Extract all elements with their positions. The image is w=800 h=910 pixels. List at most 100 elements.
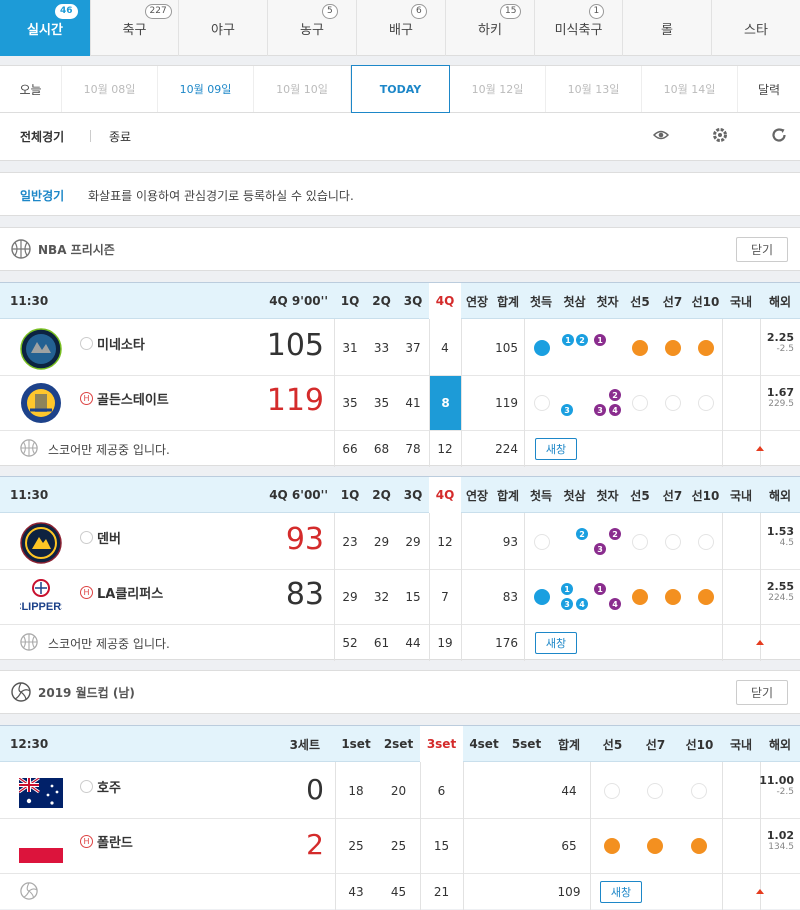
race10-marker (698, 340, 714, 356)
date-today-tab[interactable]: TODAY (351, 65, 450, 113)
col-header: 5set (511, 737, 542, 751)
col-header: 국내 (729, 294, 753, 309)
odds-line: -2.5 (776, 344, 794, 354)
quarter-score: 12 (437, 534, 453, 549)
collapse-arrow-icon[interactable] (756, 446, 764, 451)
quarter-score: 29 (405, 534, 421, 549)
col-divider (463, 762, 464, 910)
col-header: 합계 (557, 737, 581, 752)
notice-tag: 일반경기 (20, 189, 65, 203)
tab-basketball[interactable]: 농구 5 (268, 0, 357, 56)
odds-overseas[interactable]: 1.53 4.5 (767, 525, 794, 548)
quarter-score: 15 (405, 590, 421, 604)
set-score: 18 (348, 783, 364, 798)
team-score: 119 (266, 383, 324, 418)
odds-overseas[interactable]: 2.25 -2.5 (767, 331, 794, 354)
empty-marker (534, 534, 550, 550)
marker-3: 3 (561, 598, 573, 610)
game-card: 11:30 4Q 6'00'' 1Q 2Q 3Q 4Q 연장 합계 첫득 첫삼 … (0, 476, 800, 661)
date-item[interactable]: 10월 08일 (62, 66, 158, 112)
home-badge: H (80, 586, 93, 599)
quarter-score: 35 (342, 396, 358, 410)
date-item[interactable]: 10월 14일 (642, 66, 738, 112)
col-header: 첫삼 (563, 488, 586, 503)
sum-score: 19 (437, 636, 453, 650)
home-badge: H (80, 835, 93, 848)
set-score: 6 (437, 783, 446, 798)
marker-1: 1 (562, 334, 574, 346)
close-button[interactable]: 닫기 (736, 237, 788, 262)
team-name: 골든스테이트 (97, 393, 169, 408)
tab-football[interactable]: 미식축구 1 (535, 0, 623, 56)
eye-icon[interactable] (652, 127, 670, 146)
quarter-score: 37 (405, 340, 421, 355)
col-header: 선10 (691, 488, 720, 503)
col-header: 2Q (372, 488, 391, 502)
tab-baseball[interactable]: 야구 (179, 0, 268, 56)
marker-2: 2 (609, 528, 621, 540)
col-header: 합계 (496, 488, 520, 503)
tab-starcraft[interactable]: 스타 (712, 0, 800, 56)
tab-label: 스타 (744, 22, 768, 38)
odds-overseas[interactable]: 1.67 229.5 (767, 386, 794, 409)
close-button[interactable]: 닫기 (736, 680, 788, 705)
new-window-button[interactable]: 새창 (600, 881, 642, 903)
col-header: 국내 (729, 737, 753, 752)
date-item[interactable]: 10월 12일 (450, 66, 546, 112)
game-status: 4Q 6'00'' (269, 488, 328, 502)
race5-marker (632, 340, 648, 356)
col-header: 합계 (496, 294, 520, 309)
odds-line: -2.5 (776, 787, 794, 797)
new-window-button[interactable]: 새창 (535, 438, 577, 460)
collapse-arrow-icon[interactable] (756, 889, 764, 894)
tab-lol[interactable]: 롤 (623, 0, 712, 56)
date-today-link[interactable]: 오늘 (0, 66, 62, 112)
race5-marker (604, 838, 620, 854)
col-header: 선5 (602, 737, 623, 752)
col-header: 2Q (372, 294, 391, 308)
date-item[interactable]: 10월 13일 (546, 66, 642, 112)
new-window-button[interactable]: 새창 (535, 632, 577, 654)
first-score-marker (534, 589, 550, 605)
collapse-arrow-icon[interactable] (756, 640, 764, 645)
odds-value: 2.25 (766, 331, 794, 344)
team-logo-clippers: CLIPPERS (13, 578, 69, 621)
gear-icon[interactable] (711, 126, 729, 147)
col-header: 첫득 (529, 294, 553, 309)
quarter-score: 32 (373, 590, 390, 604)
tab-hockey[interactable]: 하키 15 (446, 0, 535, 56)
col-header: 선5 (630, 294, 650, 309)
tab-label: 배구 (389, 22, 413, 38)
quarter-score: 7 (441, 590, 449, 604)
team-score: 83 (285, 577, 324, 612)
empty-marker (665, 395, 681, 411)
empty-marker (534, 395, 550, 411)
col-header: 1Q (340, 294, 360, 308)
col-divider (524, 513, 525, 661)
tab-label: 축구 (122, 22, 147, 38)
odds-overseas[interactable]: 2.55 224.5 (767, 580, 794, 603)
odds-overseas[interactable]: 1.02 134.5 (767, 829, 794, 852)
tab-soccer[interactable]: 축구 227 (91, 0, 179, 56)
svg-text:CLIPPERS: CLIPPERS (20, 601, 62, 613)
team-name: 덴버 (97, 532, 121, 547)
tab-live[interactable]: 실시간 46 (0, 0, 91, 56)
tab-badge: 46 (55, 4, 78, 19)
tab-label: 하키 (478, 22, 502, 38)
empty-marker (647, 783, 663, 799)
odds-overseas[interactable]: 11.00 -2.5 (759, 774, 794, 797)
col-header-current: 3set (420, 726, 463, 762)
date-item-selected[interactable]: 10월 09일 (158, 66, 254, 112)
col-divider (760, 513, 761, 661)
filter-ended[interactable]: 종료 (109, 128, 131, 145)
col-divider (722, 762, 723, 910)
col-divider (590, 762, 591, 910)
game-header-row: 11:30 4Q 9'00'' 1Q 2Q 3Q 4Q 연장 합계 첫득 첫삼 … (0, 283, 800, 319)
tab-volleyball[interactable]: 배구 6 (357, 0, 446, 56)
refresh-icon[interactable] (770, 126, 788, 147)
date-item[interactable]: 10월 10일 (254, 66, 351, 112)
calendar-button[interactable]: 달력 (738, 66, 800, 112)
filter-all[interactable]: 전체경기 (20, 128, 64, 145)
race7-marker (665, 589, 681, 605)
quarter-score: 23 (342, 534, 358, 549)
